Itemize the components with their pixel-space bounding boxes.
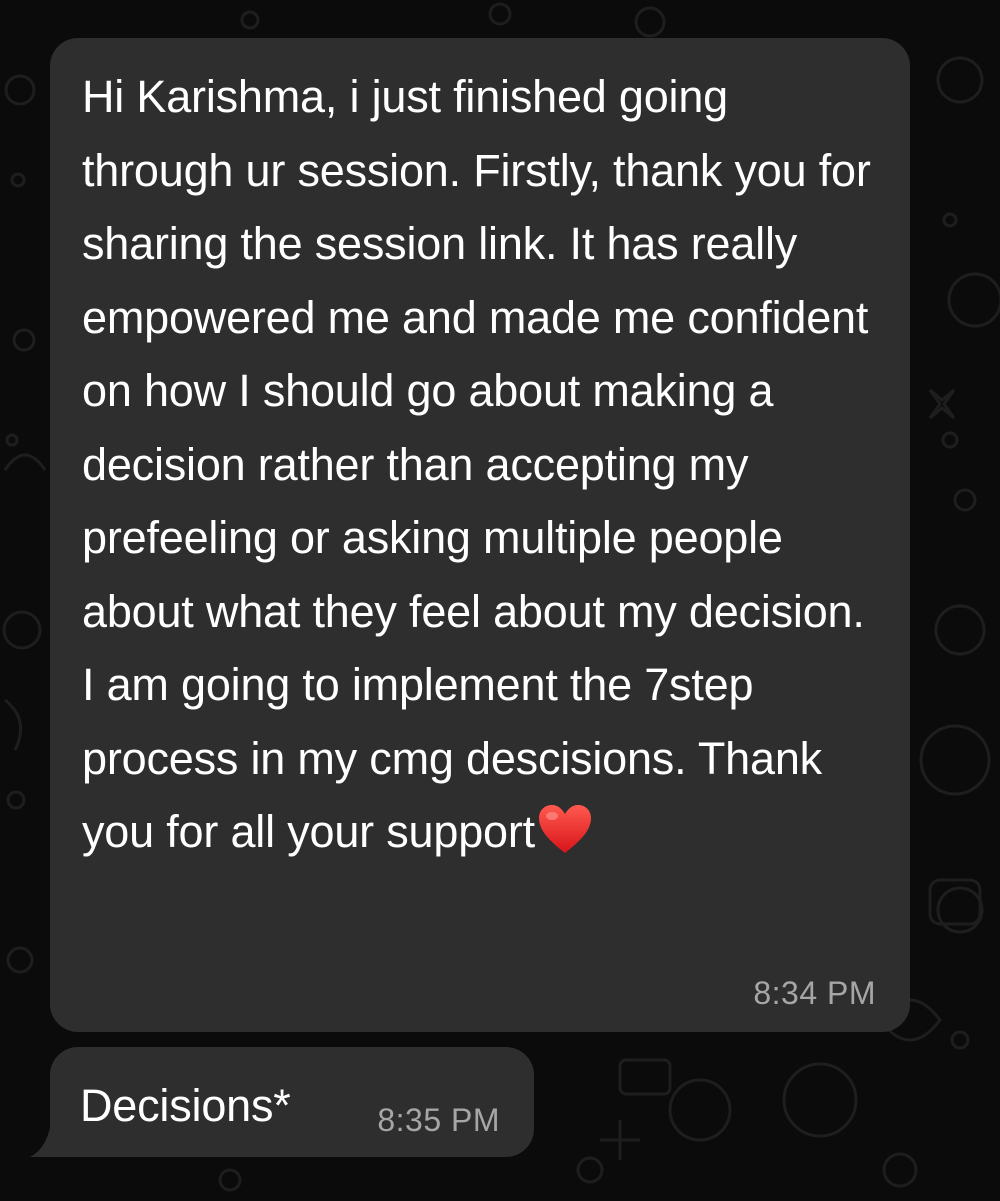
message-bubble-incoming[interactable]: Hi Karishma, i just finished going throu… bbox=[50, 38, 910, 1032]
message-timestamp: 8:34 PM bbox=[753, 975, 876, 1011]
red-heart-icon bbox=[538, 805, 591, 853]
message-text: Decisions* bbox=[80, 1080, 291, 1131]
message-timestamp: 8:35 PM bbox=[377, 1102, 500, 1138]
message-text: Hi Karishma, i just finished going throu… bbox=[82, 71, 890, 857]
message-bubble-incoming[interactable]: Decisions* 8:35 PM bbox=[50, 1047, 534, 1157]
